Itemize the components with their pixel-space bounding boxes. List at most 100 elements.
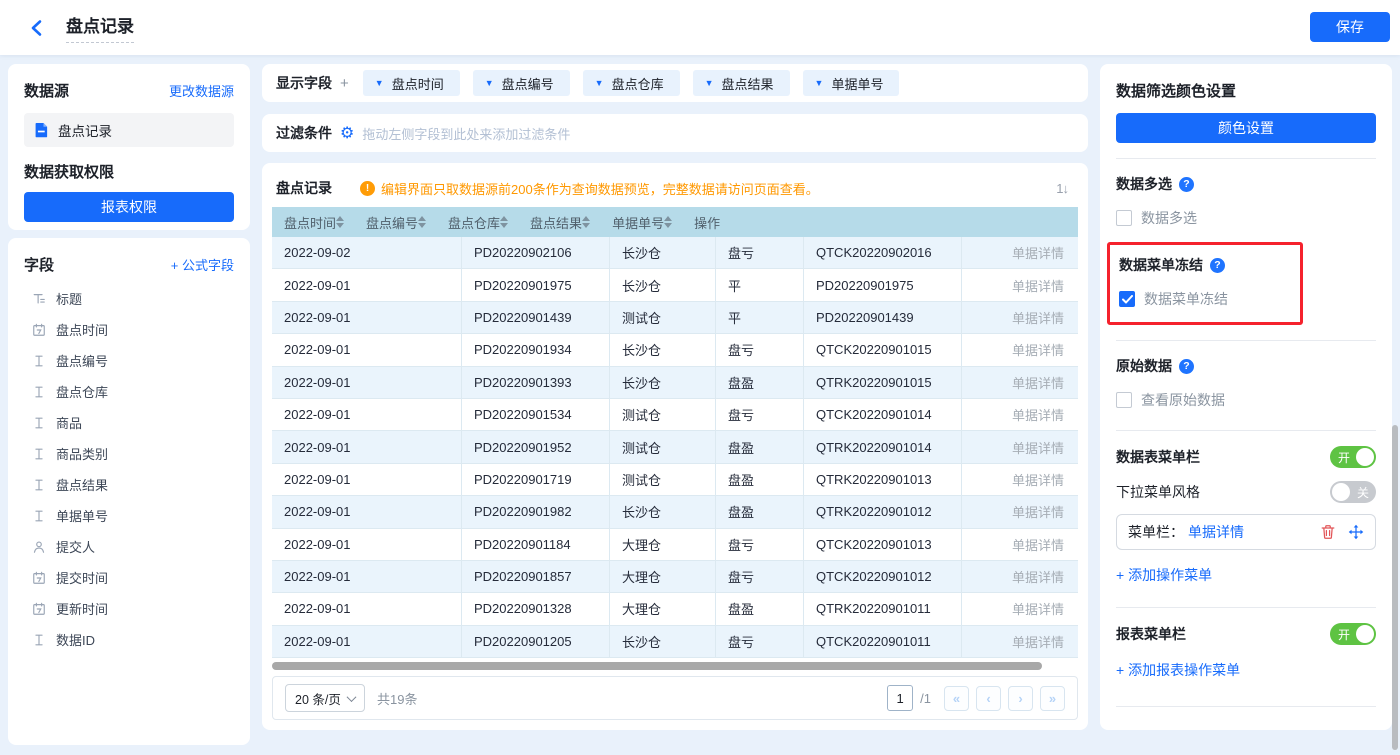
menu-freeze-checkbox-row[interactable]: 数据菜单冻结 xyxy=(1119,289,1291,309)
display-field-chip[interactable]: ▼ 盘点仓库 xyxy=(583,70,680,96)
add-report-menu-link[interactable]: + 添加报表操作菜单 xyxy=(1116,660,1376,680)
field-item[interactable]: 更新时间 xyxy=(24,593,234,624)
trash-icon[interactable] xyxy=(1320,524,1336,540)
row-action-link[interactable]: 单据详情 xyxy=(962,561,1078,592)
raw-data-checkbox-row[interactable]: 查看原始数据 xyxy=(1116,390,1376,410)
field-item-label: 商品类别 xyxy=(56,444,108,463)
table-column-header[interactable]: 盘点时间 xyxy=(272,207,354,237)
cell-result: 盘盈 xyxy=(716,593,804,624)
field-item[interactable]: 数据ID xyxy=(24,624,234,655)
settings-panel: 数据筛选颜色设置 颜色设置 数据多选 ? 数据多选 数据菜单冻结 ? 数据菜单冻… xyxy=(1100,64,1392,730)
next-page-button[interactable]: › xyxy=(1008,686,1033,711)
row-action-link[interactable]: 单据详情 xyxy=(962,367,1078,398)
back-button[interactable] xyxy=(26,16,50,40)
row-action-link[interactable]: 单据详情 xyxy=(962,496,1078,527)
sort-carets-icon[interactable] xyxy=(336,216,344,228)
datasource-title: 数据源 xyxy=(24,80,69,101)
row-action-link[interactable]: 单据详情 xyxy=(962,399,1078,430)
display-field-chip[interactable]: ▼ 盘点结果 xyxy=(693,70,790,96)
field-item[interactable]: 提交人 xyxy=(24,531,234,562)
page-title: 盘点记录 xyxy=(66,12,134,43)
cell-result: 盘盈 xyxy=(716,367,804,398)
cell-check-number: PD20220901205 xyxy=(462,626,610,657)
row-action-link[interactable]: 单据详情 xyxy=(962,431,1078,462)
table-column-header[interactable]: 盘点仓库 xyxy=(436,207,518,237)
row-action-link[interactable]: 单据详情 xyxy=(962,269,1078,300)
display-field-chip[interactable]: ▼ 单据单号 xyxy=(803,70,900,96)
field-item[interactable]: 提交时间 xyxy=(24,562,234,593)
datasource-item-label: 盘点记录 xyxy=(58,120,112,140)
current-page-input[interactable]: 1 xyxy=(887,685,913,711)
cell-warehouse: 测试仓 xyxy=(610,431,716,462)
table-menu-title: 数据表菜单栏 xyxy=(1116,447,1200,467)
cell-warehouse: 长沙仓 xyxy=(610,269,716,300)
page-size-select[interactable]: 20 条/页 xyxy=(285,684,365,712)
cell-result: 盘亏 xyxy=(716,334,804,365)
first-page-button[interactable]: « xyxy=(944,686,969,711)
cell-result: 盘亏 xyxy=(716,626,804,657)
field-item[interactable]: 商品 xyxy=(24,407,234,438)
field-item[interactable]: 商品类别 xyxy=(24,438,234,469)
raw-data-checkbox[interactable] xyxy=(1116,392,1132,408)
preview-warning: ! 编辑界面只取数据源前200条作为查询数据预览，完整数据请访问页面查看。 xyxy=(360,179,819,198)
sort-carets-icon[interactable] xyxy=(664,216,672,228)
horizontal-scrollbar-thumb[interactable] xyxy=(272,662,1042,670)
chevron-left-icon xyxy=(28,18,48,38)
change-datasource-link[interactable]: 更改数据源 xyxy=(169,81,234,100)
dropdown-style-toggle[interactable]: 关 xyxy=(1330,481,1376,503)
cell-check-time: 2022-09-01 xyxy=(272,399,462,430)
display-field-chip[interactable]: ▼ 盘点时间 xyxy=(363,70,460,96)
cell-warehouse: 长沙仓 xyxy=(610,626,716,657)
field-item[interactable]: 盘点时间 xyxy=(24,314,234,345)
add-formula-field-link[interactable]: + 公式字段 xyxy=(171,255,234,274)
filter-placeholder: 拖动左侧字段到此处来添加过滤条件 xyxy=(362,124,570,143)
add-action-menu-link[interactable]: + 添加操作菜单 xyxy=(1116,565,1376,585)
sort-carets-icon[interactable] xyxy=(500,216,508,228)
cell-check-number: PD20220901982 xyxy=(462,496,610,527)
sort-carets-icon[interactable] xyxy=(418,216,426,228)
prev-page-button[interactable]: ‹ xyxy=(976,686,1001,711)
window-scrollbar-thumb[interactable] xyxy=(1392,425,1398,750)
sort-order-icon[interactable]: 1↓ xyxy=(1056,181,1074,196)
table-column-header[interactable]: 单据单号 xyxy=(600,207,682,237)
datasource-item[interactable]: 盘点记录 xyxy=(24,113,234,147)
menu-item-value[interactable]: 单据详情 xyxy=(1188,522,1244,542)
row-action-link[interactable]: 单据详情 xyxy=(962,529,1078,560)
sort-carets-icon[interactable] xyxy=(582,216,590,228)
row-action-link[interactable]: 单据详情 xyxy=(962,302,1078,333)
row-action-link[interactable]: 单据详情 xyxy=(962,626,1078,657)
display-field-chips: ▼ 盘点时间 ▼ 盘点编号 ▼ 盘点仓库 ▼ 盘点结果 ▼ 单据单号 xyxy=(363,70,900,96)
report-permission-button[interactable]: 报表权限 xyxy=(24,192,234,222)
cell-result: 盘亏 xyxy=(716,237,804,268)
color-settings-button[interactable]: 颜色设置 xyxy=(1116,113,1376,143)
row-action-link[interactable]: 单据详情 xyxy=(962,464,1078,495)
help-icon[interactable]: ? xyxy=(1179,177,1194,192)
last-page-button[interactable]: » xyxy=(1040,686,1065,711)
gear-icon[interactable]: ⚙ xyxy=(340,123,354,143)
report-menu-toggle[interactable]: 开 xyxy=(1330,623,1376,645)
cell-check-number: PD20220901328 xyxy=(462,593,610,624)
help-icon[interactable]: ? xyxy=(1210,258,1225,273)
display-field-chip[interactable]: ▼ 盘点编号 xyxy=(473,70,570,96)
table-column-header[interactable]: 盘点编号 xyxy=(354,207,436,237)
move-icon[interactable] xyxy=(1348,524,1364,540)
help-icon[interactable]: ? xyxy=(1179,359,1194,374)
save-button[interactable]: 保存 xyxy=(1310,12,1390,42)
row-action-link[interactable]: 单据详情 xyxy=(962,593,1078,624)
total-pages: /1 xyxy=(920,691,931,706)
table-menu-toggle[interactable]: 开 xyxy=(1330,446,1376,468)
add-display-field-button[interactable]: + xyxy=(340,75,349,92)
table-column-header[interactable]: 操作 xyxy=(682,207,734,237)
field-item[interactable]: 盘点结果 xyxy=(24,469,234,500)
multi-select-checkbox-row[interactable]: 数据多选 xyxy=(1116,208,1376,228)
toggle-knob xyxy=(1332,483,1350,501)
table-column-header[interactable]: 盘点结果 xyxy=(518,207,600,237)
menu-freeze-checkbox[interactable] xyxy=(1119,291,1135,307)
row-action-link[interactable]: 单据详情 xyxy=(962,334,1078,365)
field-item[interactable]: 标题 xyxy=(24,283,234,314)
field-item[interactable]: 单据单号 xyxy=(24,500,234,531)
row-action-link[interactable]: 单据详情 xyxy=(962,237,1078,268)
field-item[interactable]: 盘点仓库 xyxy=(24,376,234,407)
field-item[interactable]: 盘点编号 xyxy=(24,345,234,376)
multi-select-checkbox[interactable] xyxy=(1116,210,1132,226)
